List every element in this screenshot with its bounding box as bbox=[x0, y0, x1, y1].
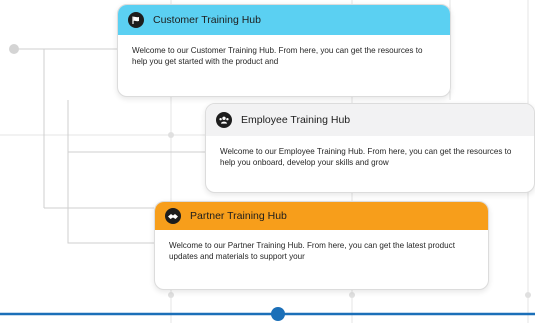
card-description: Welcome to our Partner Training Hub. Fro… bbox=[169, 241, 455, 261]
card-description: Welcome to our Customer Training Hub. Fr… bbox=[132, 46, 423, 66]
handshake-icon bbox=[165, 208, 181, 224]
employee-training-hub-card[interactable]: Employee Training Hub Welcome to our Emp… bbox=[205, 103, 535, 193]
partner-training-hub-card[interactable]: Partner Training Hub Welcome to our Part… bbox=[154, 201, 489, 290]
customer-training-hub-card[interactable]: Customer Training Hub Welcome to our Cus… bbox=[117, 4, 451, 97]
card-header: Partner Training Hub bbox=[155, 202, 488, 230]
people-icon bbox=[216, 112, 232, 128]
card-header: Employee Training Hub bbox=[206, 104, 534, 136]
card-description: Welcome to our Employee Training Hub. Fr… bbox=[220, 147, 512, 167]
card-header: Customer Training Hub bbox=[118, 5, 450, 35]
flag-icon bbox=[128, 12, 144, 28]
card-title: Customer Training Hub bbox=[153, 14, 261, 26]
timeline-handle[interactable] bbox=[271, 307, 285, 321]
connector-node bbox=[9, 44, 19, 54]
card-title: Employee Training Hub bbox=[241, 114, 351, 126]
card-title: Partner Training Hub bbox=[190, 210, 287, 222]
